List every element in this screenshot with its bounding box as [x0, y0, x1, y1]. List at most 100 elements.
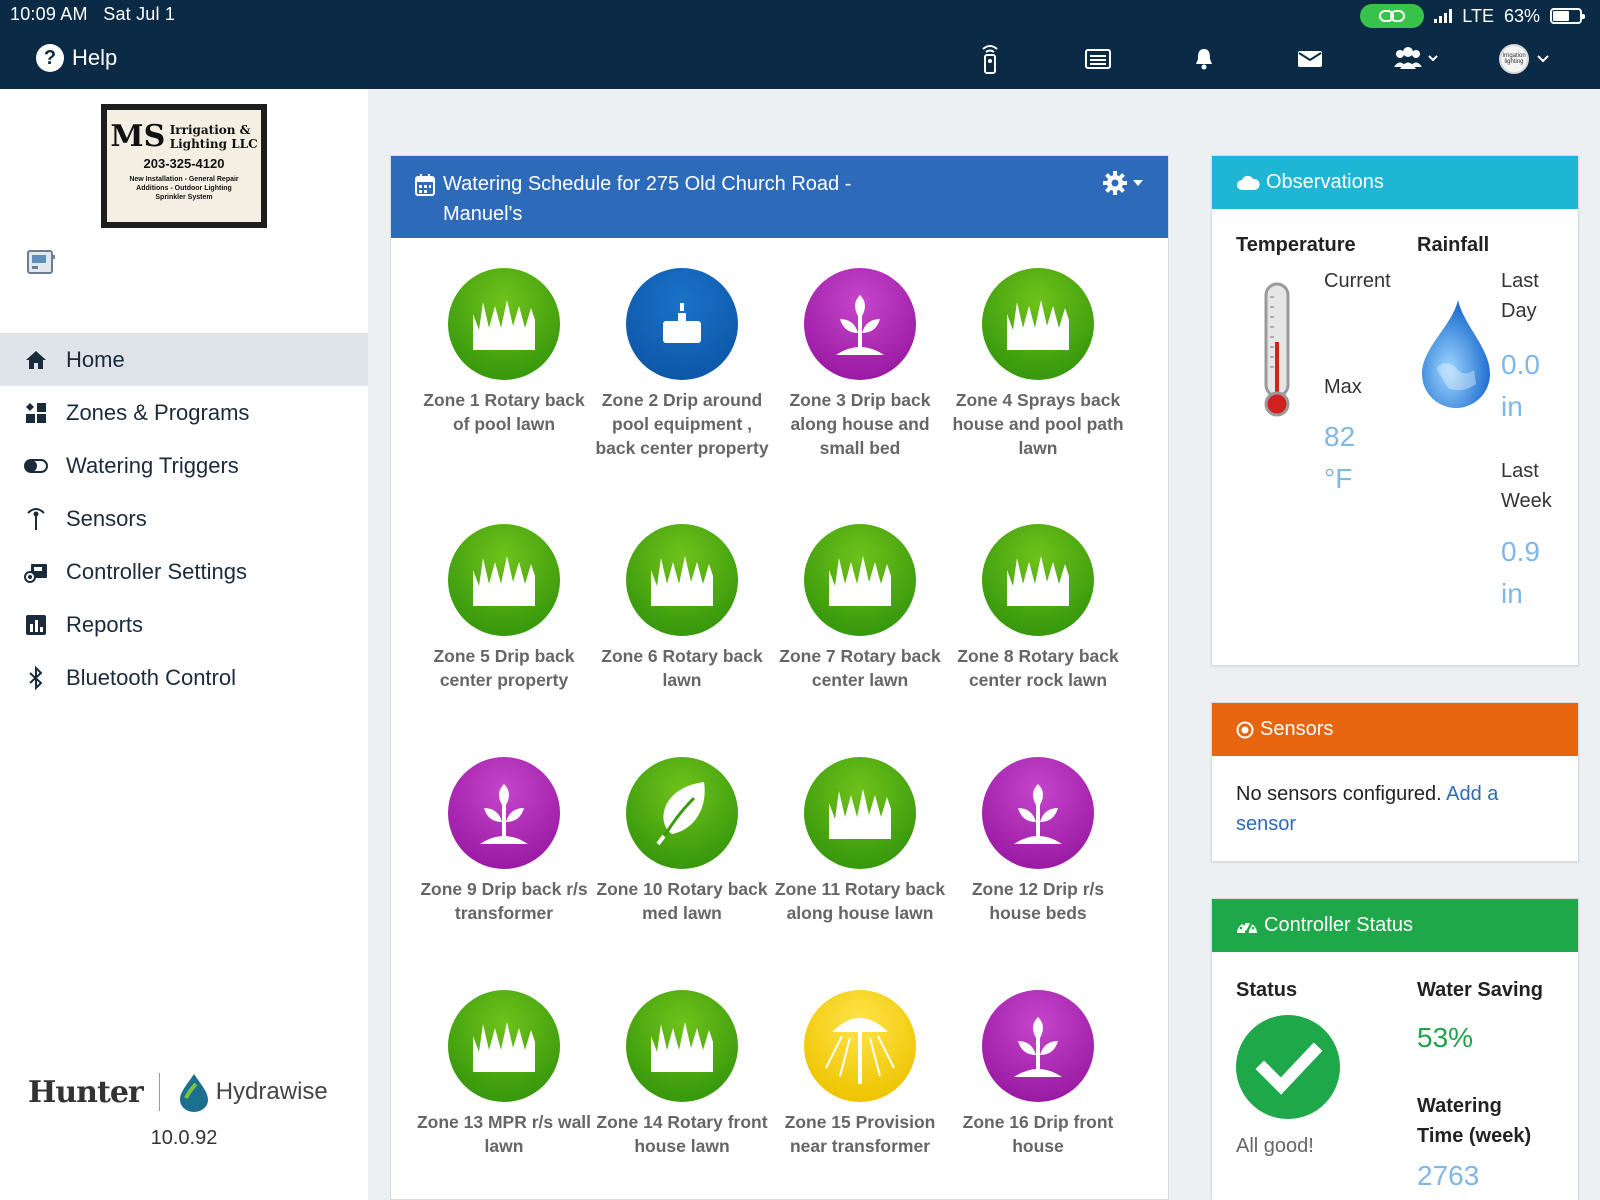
gear-icon	[1103, 171, 1127, 195]
brand-logos: Hunter Hydrawise	[28, 1072, 328, 1112]
last-week-label-line1: Last	[1501, 460, 1539, 482]
zone-tile-9[interactable]: Zone 9 Drip back r/s transformer	[415, 757, 593, 925]
home-icon	[24, 348, 48, 372]
users-icon	[1394, 47, 1438, 69]
no-sensors-text: No sensors configured.	[1236, 783, 1442, 805]
zone-label: Zone 4 Sprays back house and pool path l…	[952, 390, 1124, 458]
grass-icon	[804, 524, 916, 636]
zone-label: Zone 15 Provision near transformer	[784, 1112, 936, 1156]
zone-label: Zone 13 MPR r/s wall lawn	[416, 1112, 592, 1156]
plant-icon	[448, 757, 560, 869]
logo-tag-line2: Additions - Outdoor Lighting	[136, 185, 232, 192]
temperature-label: Temperature	[1236, 234, 1356, 256]
water-saving-label: Water Saving	[1417, 979, 1543, 1001]
chart-icon	[24, 613, 48, 637]
zone-tile-5[interactable]: Zone 5 Drip back center property	[415, 524, 593, 692]
zone-tile-14[interactable]: Zone 14 Rotary front house lawn	[593, 990, 771, 1158]
leaf-icon	[626, 757, 738, 869]
grass-icon	[448, 990, 560, 1102]
zone-tile-11[interactable]: Zone 11 Rotary back along house lawn	[771, 757, 949, 925]
account-menu-button[interactable]: Irrigation lighting	[1496, 44, 1552, 74]
logo-name-line2: Lighting LLC	[169, 137, 258, 151]
menu-label-controller-settings: Controller Settings	[66, 558, 247, 584]
zone-tile-13[interactable]: Zone 13 MPR r/s wall lawn	[415, 990, 593, 1158]
zone-label: Zone 1 Rotary back of pool lawn	[423, 390, 585, 434]
caret-down-icon	[1133, 180, 1143, 186]
toggle-icon	[24, 454, 48, 478]
thermometer-icon	[1264, 282, 1290, 417]
question-icon: ?	[36, 44, 64, 72]
battery-icon	[1550, 8, 1585, 24]
menu-item-sensors[interactable]: Sensors	[0, 492, 368, 545]
bluetooth-icon	[24, 665, 48, 690]
controller-status-header: Controller Status	[1212, 899, 1578, 952]
network-text: LTE	[1462, 5, 1494, 26]
mail-icon[interactable]	[1292, 44, 1328, 74]
menu-label-watering-triggers: Watering Triggers	[66, 452, 239, 478]
zone-tile-6[interactable]: Zone 6 Rotary back lawn	[593, 524, 771, 692]
zone-tile-1[interactable]: Zone 1 Rotary back of pool lawn	[415, 268, 593, 436]
controller-settings-icon	[24, 560, 48, 584]
zone-tile-2[interactable]: Zone 2 Drip around pool equipment , back…	[593, 268, 771, 460]
grass-icon	[982, 524, 1094, 636]
menu-item-watering-triggers[interactable]: Watering Triggers	[0, 439, 368, 492]
remote-icon[interactable]	[972, 44, 1008, 74]
zone-tile-10[interactable]: Zone 10 Rotary back med lawn	[593, 757, 771, 925]
list-icon[interactable]	[1080, 44, 1116, 74]
link-icon	[1360, 4, 1425, 28]
avatar-text: Irrigation lighting	[1502, 53, 1526, 65]
menu-label-sensors: Sensors	[66, 505, 147, 531]
rainfall-last-day-unit: in	[1501, 391, 1523, 422]
menu-item-reports[interactable]: Reports	[0, 598, 368, 651]
drip-icon	[626, 268, 738, 380]
hydrawise-logo: Hydrawise	[176, 1072, 328, 1112]
menu-item-home[interactable]: Home	[0, 333, 368, 386]
chevron-down-icon	[1537, 55, 1549, 63]
zone-label: Zone 12 Drip r/s house beds	[971, 879, 1105, 923]
zone-label: Zone 11 Rotary back along house lawn	[774, 879, 946, 923]
sensors-header: Sensors	[1212, 703, 1578, 756]
grass-icon	[448, 268, 560, 380]
last-week-label-line2: Week	[1501, 490, 1552, 512]
zone-label: Zone 2 Drip around pool equipment , back…	[595, 390, 769, 458]
battery-text: 63%	[1503, 5, 1540, 26]
zone-tile-4[interactable]: Zone 4 Sprays back house and pool path l…	[949, 268, 1127, 460]
zone-tile-15[interactable]: Zone 15 Provision near transformer	[771, 990, 949, 1158]
zone-label: Zone 7 Rotary back center lawn	[779, 646, 941, 690]
menu-label-reports: Reports	[66, 611, 144, 637]
rainfall-label: Rainfall	[1417, 234, 1490, 256]
calendar-icon	[415, 174, 435, 196]
menu-item-bluetooth-control[interactable]: Bluetooth Control	[0, 651, 368, 704]
hunter-logo: Hunter	[28, 1074, 144, 1110]
controller-device-icon[interactable]	[26, 249, 56, 275]
plant-icon	[804, 268, 916, 380]
zone-tile-3[interactable]: Zone 3 Drip back along house and small b…	[771, 268, 949, 460]
antenna-icon	[24, 507, 48, 531]
brand-divider	[158, 1073, 160, 1111]
temperature-max-value: 82	[1324, 421, 1356, 452]
zone-tile-8[interactable]: Zone 8 Rotary back center rock lawn	[949, 524, 1127, 692]
last-day-label-line1: Last	[1501, 270, 1539, 292]
zone-tile-7[interactable]: Zone 7 Rotary back center lawn	[771, 524, 949, 692]
menu-item-zones-programs[interactable]: Zones & Programs	[0, 386, 368, 439]
app-version: 10.0.92	[150, 1127, 218, 1149]
users-menu-button[interactable]	[1392, 44, 1444, 74]
watering-time-label-line1: Watering	[1417, 1095, 1502, 1117]
zone-tile-16[interactable]: Zone 16 Drip front house	[949, 990, 1127, 1158]
help-button[interactable]: ? Help	[36, 44, 117, 72]
logo-name-line1: Irrigation &	[169, 123, 251, 137]
schedule-title-text: Watering Schedule for 275 Old Church Roa…	[443, 173, 852, 225]
watering-time-label: Watering Time (week)	[1417, 1091, 1531, 1151]
zone-label: Zone 3 Drip back along house and small b…	[789, 390, 931, 458]
controller-status-card: Controller Status Status Water Saving Al…	[1211, 898, 1579, 1200]
observations-card: Observations Temperature Rainfall Curren…	[1211, 155, 1579, 666]
logo-tag-line1: New Installation - General Repair	[129, 176, 239, 183]
bell-icon[interactable]	[1186, 44, 1222, 74]
schedule-header: Watering Schedule for 275 Old Church Roa…	[391, 156, 1168, 238]
logo-phone: 203-325-4120	[143, 156, 225, 171]
last-day-label: Last Day	[1501, 266, 1539, 326]
zone-tile-12[interactable]: Zone 12 Drip r/s house beds	[949, 757, 1127, 925]
schedule-settings-button[interactable]	[1102, 170, 1144, 196]
lamp-icon	[804, 990, 916, 1102]
menu-item-controller-settings[interactable]: Controller Settings	[0, 545, 368, 598]
